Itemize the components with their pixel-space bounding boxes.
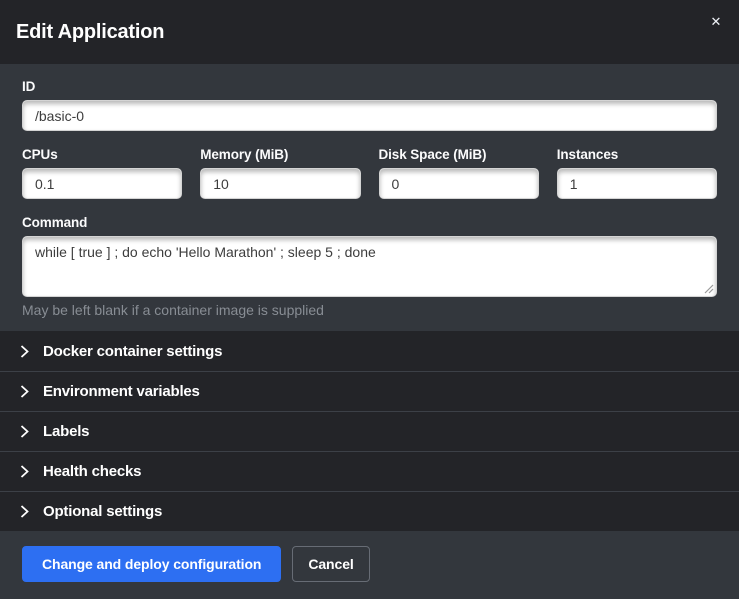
command-textarea[interactable]: while [ true ] ; do echo 'Hello Marathon… xyxy=(22,236,717,297)
cpus-label: CPUs xyxy=(22,147,182,162)
id-field-group: ID xyxy=(22,79,717,131)
instances-input[interactable] xyxy=(557,168,717,199)
chevron-right-icon xyxy=(20,505,29,518)
chevron-right-icon xyxy=(20,345,29,358)
disk-input[interactable] xyxy=(379,168,539,199)
chevron-right-icon xyxy=(20,465,29,478)
cpus-field-group: CPUs xyxy=(22,147,182,199)
section-label: Optional settings xyxy=(43,503,162,520)
section-label: Environment variables xyxy=(43,383,200,400)
section-label: Labels xyxy=(43,423,89,440)
section-label: Docker container settings xyxy=(43,343,222,360)
section-environment-variables[interactable]: Environment variables xyxy=(0,371,739,411)
command-textarea-wrap: while [ true ] ; do echo 'Hello Marathon… xyxy=(22,236,717,297)
memory-label: Memory (MiB) xyxy=(200,147,360,162)
section-optional-settings[interactable]: Optional settings xyxy=(0,491,739,531)
modal-title: Edit Application xyxy=(16,21,164,44)
chevron-right-icon xyxy=(20,385,29,398)
accordion-sections: Docker container settings Environment va… xyxy=(0,331,739,531)
section-label: Health checks xyxy=(43,463,141,480)
resources-row: CPUs Memory (MiB) Disk Space (MiB) Insta… xyxy=(22,147,717,199)
change-and-deploy-button[interactable]: Change and deploy configuration xyxy=(22,546,281,582)
instances-label: Instances xyxy=(557,147,717,162)
close-icon[interactable]: ✕ xyxy=(705,12,727,34)
memory-input[interactable] xyxy=(200,168,360,199)
modal-footer: Change and deploy configuration Cancel xyxy=(0,531,739,599)
chevron-right-icon xyxy=(20,425,29,438)
memory-field-group: Memory (MiB) xyxy=(200,147,360,199)
modal-header: Edit Application ✕ xyxy=(0,0,739,64)
edit-application-modal: Edit Application ✕ ID CPUs Memory (MiB) … xyxy=(0,0,739,599)
command-label: Command xyxy=(22,215,717,230)
section-docker-container-settings[interactable]: Docker container settings xyxy=(0,331,739,371)
cancel-button[interactable]: Cancel xyxy=(292,546,369,582)
id-input[interactable] xyxy=(22,100,717,131)
disk-field-group: Disk Space (MiB) xyxy=(379,147,539,199)
section-labels[interactable]: Labels xyxy=(0,411,739,451)
app-form: ID CPUs Memory (MiB) Disk Space (MiB) In… xyxy=(0,64,739,331)
id-label: ID xyxy=(22,79,717,94)
section-health-checks[interactable]: Health checks xyxy=(0,451,739,491)
cpus-input[interactable] xyxy=(22,168,182,199)
command-help-text: May be left blank if a container image i… xyxy=(22,302,717,318)
disk-label: Disk Space (MiB) xyxy=(379,147,539,162)
command-field-group: Command while [ true ] ; do echo 'Hello … xyxy=(22,215,717,318)
instances-field-group: Instances xyxy=(557,147,717,199)
